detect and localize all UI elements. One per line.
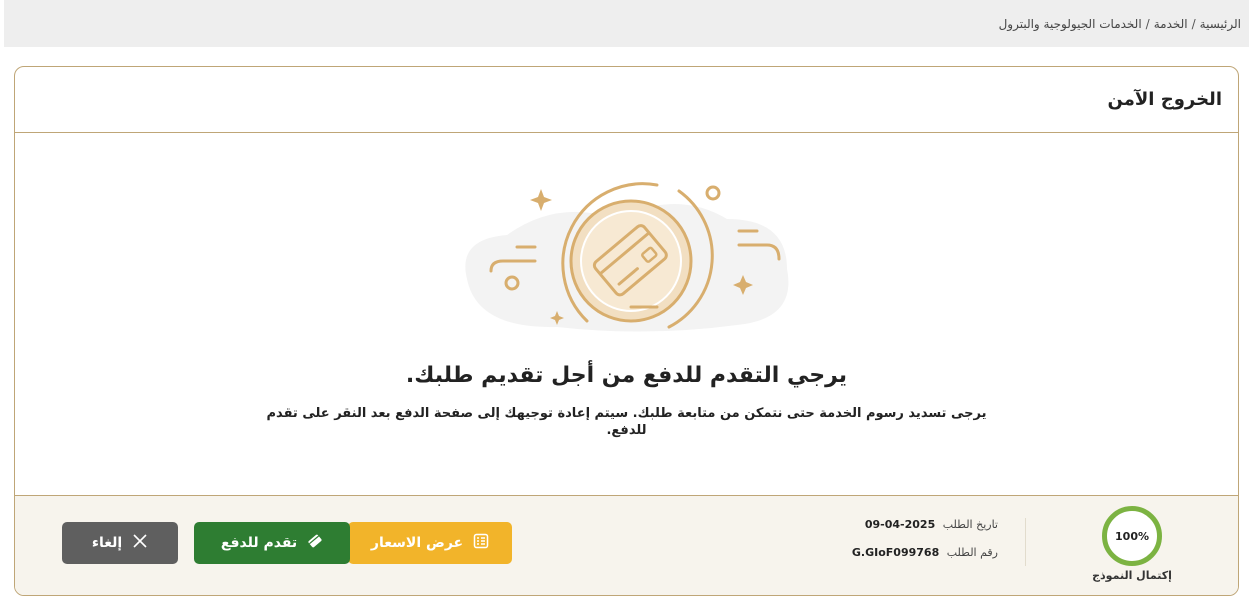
payment-prompt-title: يرجي التقدم للدفع من أجل تقديم طلبك. (405, 363, 848, 388)
breadcrumb-separator: / (1191, 16, 1196, 31)
cancel-button[interactable]: إلغاء (62, 522, 178, 564)
price-list-icon (473, 533, 489, 553)
request-date-value: 2025-04-09 (864, 518, 936, 531)
payment-card-icon (307, 533, 323, 553)
proceed-to-pay-label: تقدم للدفع (220, 535, 298, 551)
dot-circle (705, 185, 720, 201)
request-number-label: رقم الطلب (946, 546, 998, 559)
request-number: رقم الطلب G.GIoF099768 (852, 546, 998, 559)
request-number-value: G.GIoF099768 (851, 546, 940, 559)
breadcrumb-current: الخدمات الجيولوجية والبترول (998, 16, 1142, 31)
card-header: الخروج الآمن (15, 67, 1238, 133)
cancel-label: إلغاء (91, 535, 123, 551)
completion-progress-ring: 100% (1102, 506, 1162, 566)
completion-progress-label: إكتمال النموذج (1092, 569, 1172, 582)
breadcrumb-service-link[interactable]: الخدمة (1154, 17, 1188, 31)
request-date: تاريخ الطلب 2025-04-09 (865, 518, 998, 531)
page-title: الخروج الآمن (1107, 89, 1222, 110)
proceed-to-pay-button[interactable]: تقدم للدفع (194, 522, 350, 564)
payment-prompt-description: يرجى تسديد رسوم الخدمة حتى نتمكن من متاب… (266, 406, 987, 438)
breadcrumb-separator: / (1145, 16, 1150, 31)
card-body: يرجي التقدم للدفع من أجل تقديم طلبك. يرج… (15, 133, 1238, 495)
sparkle-icon (529, 189, 552, 211)
close-icon (132, 533, 148, 553)
view-prices-label: عرض الاسعار (370, 535, 464, 551)
completion-progress-value: 100% (1115, 529, 1149, 543)
breadcrumb-home-link[interactable]: الرئيسية (1200, 17, 1241, 31)
form-footer: 100% إكتمال النموذج تاريخ الطلب 2025-04-… (15, 495, 1238, 595)
checkout-card: الخروج الآمن يرجي التقدم للدفع من أجل تق… (14, 66, 1239, 596)
view-prices-button[interactable]: عرض الاسعار (348, 522, 512, 564)
footer-divider (1025, 518, 1026, 566)
payment-illustration (464, 182, 788, 332)
request-date-label: تاريخ الطلب (942, 518, 998, 531)
breadcrumb: الرئيسية / الخدمة / الخدمات الجيولوجية و… (4, 0, 1249, 47)
